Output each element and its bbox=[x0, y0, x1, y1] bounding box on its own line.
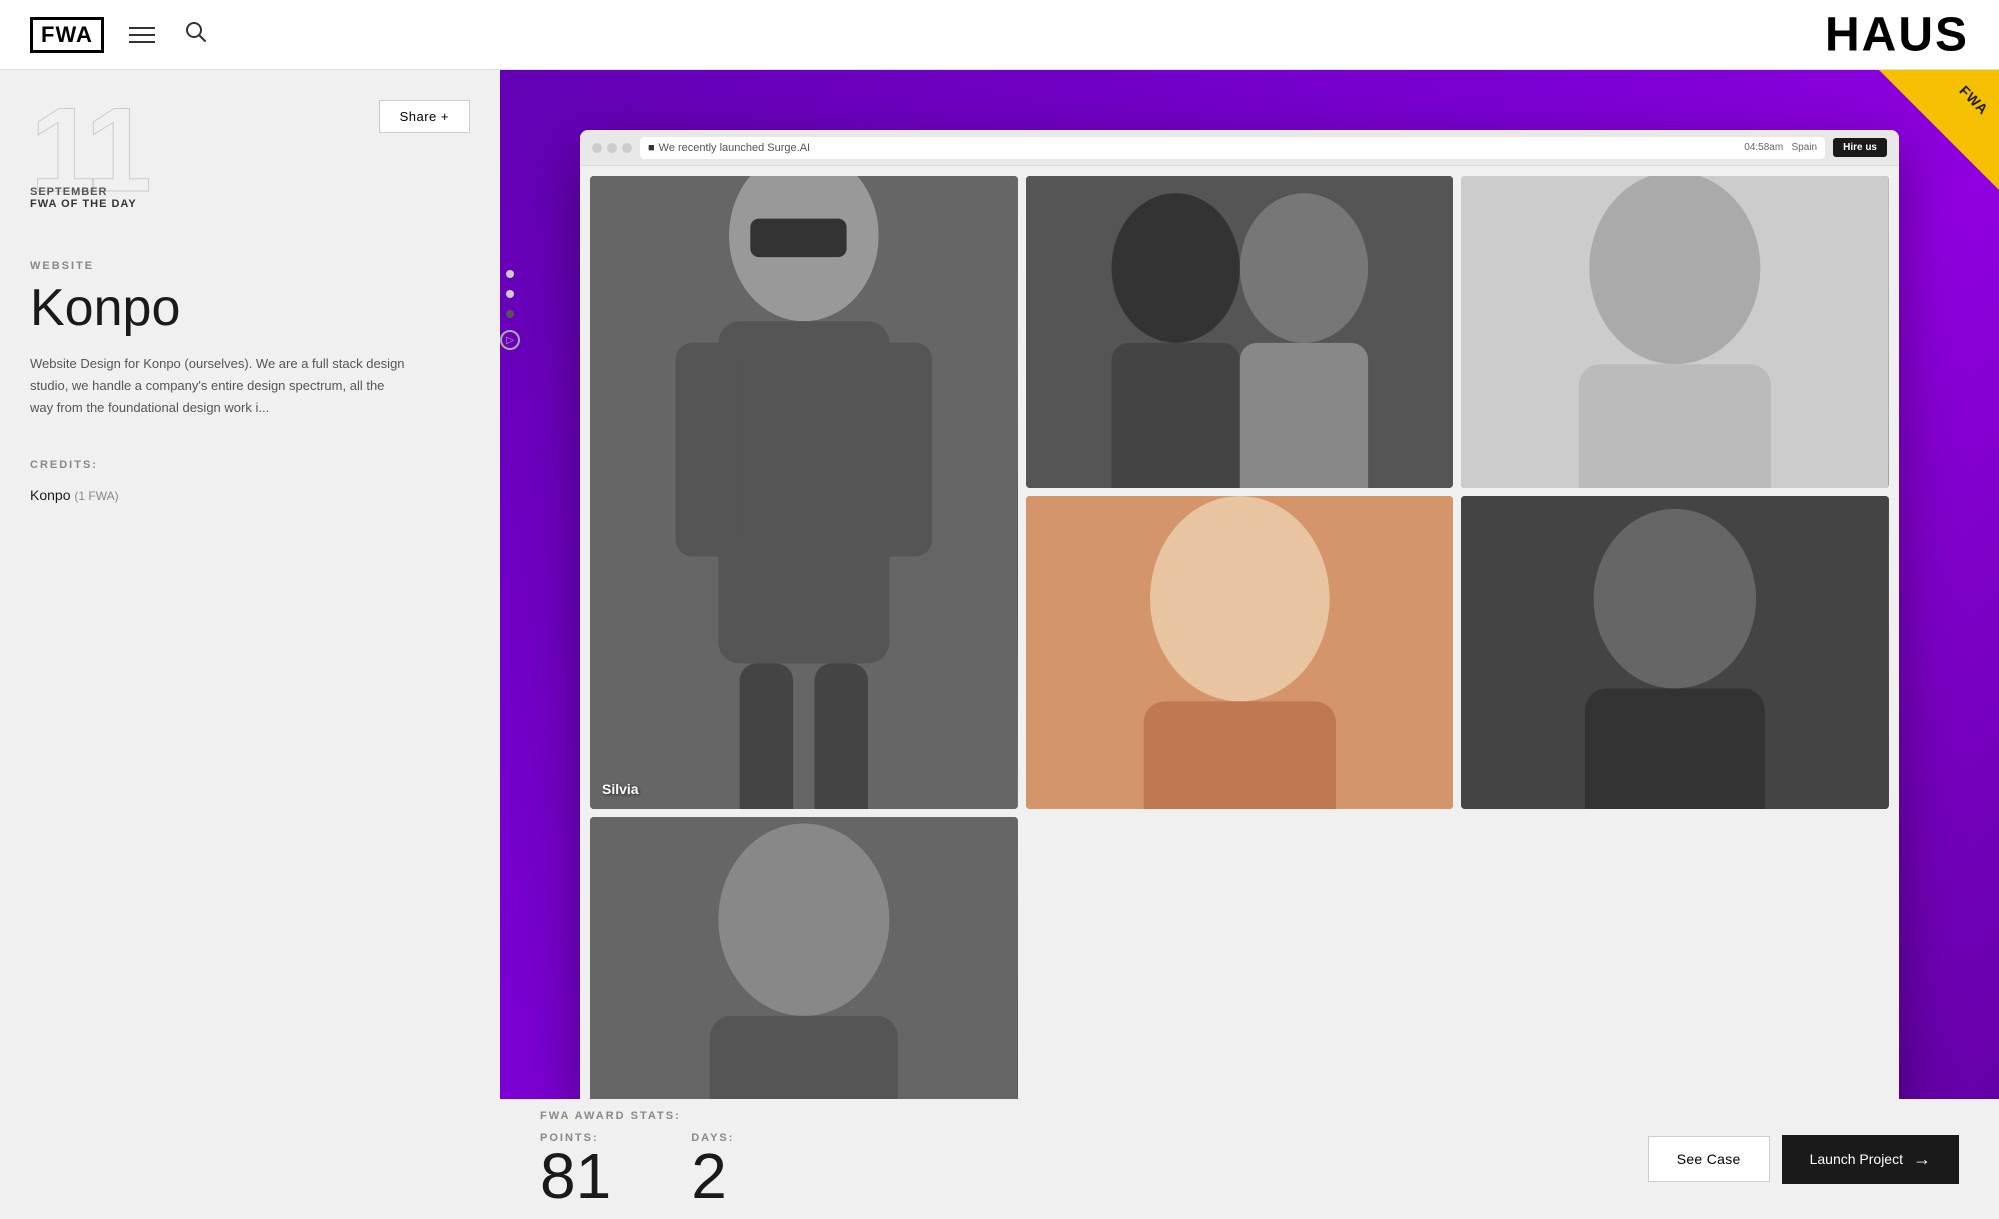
browser-chrome: ■ We recently launched Surge.AI 04:58am … bbox=[580, 130, 1899, 166]
credit-fwa-count: (1 FWA) bbox=[74, 489, 118, 503]
website-name: Konpo bbox=[30, 280, 470, 337]
stats-row: POINTS: 81 DAYS: 2 bbox=[540, 1132, 1568, 1208]
photo-color-woman-placeholder bbox=[1026, 496, 1454, 808]
photo-bw-man bbox=[1461, 176, 1889, 488]
launch-project-button[interactable]: Launch Project → bbox=[1782, 1135, 1959, 1184]
browser-url-text: We recently launched Surge.AI bbox=[659, 142, 810, 154]
arrow-right-icon: → bbox=[1913, 1149, 1931, 1170]
points-value: 81 bbox=[540, 1144, 611, 1208]
fwa-badge: FWA bbox=[1879, 70, 1999, 190]
browser-dot-2 bbox=[607, 143, 617, 153]
photo-couple-placeholder bbox=[1026, 176, 1454, 488]
pagination-dot-1[interactable] bbox=[506, 270, 514, 278]
credit-name: Konpo bbox=[30, 487, 70, 503]
browser-url: ■ We recently launched Surge.AI 04:58am … bbox=[640, 137, 1825, 159]
date-info: SEPTEMBER FWA OF THE DAY bbox=[30, 186, 137, 210]
action-buttons: See Case Launch Project → bbox=[1608, 1115, 1999, 1204]
browser-mockup: ■ We recently launched Surge.AI 04:58am … bbox=[580, 130, 1899, 1139]
pagination-dot-2[interactable] bbox=[506, 290, 514, 298]
header-left: FWA bbox=[30, 16, 212, 53]
stats-bar: FWA AWARD STATS: POINTS: 81 DAYS: 2 See … bbox=[500, 1099, 1999, 1219]
credits-section: CREDITS: Konpo (1 FWA) bbox=[0, 439, 500, 523]
browser-time: 04:58am Spain bbox=[1744, 142, 1817, 153]
photo-bw-couple bbox=[1026, 176, 1454, 488]
photo-silvia-placeholder: Silvia bbox=[590, 176, 1018, 809]
stat-days: DAYS: 2 bbox=[691, 1132, 734, 1208]
date-fwa-label: FWA OF THE DAY bbox=[30, 198, 137, 210]
left-panel: 11 SEPTEMBER FWA OF THE DAY Share + ▷ WE… bbox=[0, 70, 500, 1219]
photo-bw-man3 bbox=[590, 817, 1018, 1129]
website-description: Website Design for Konpo (ourselves). We… bbox=[30, 353, 410, 419]
photo-silvia: Silvia bbox=[590, 176, 1018, 809]
see-case-button[interactable]: See Case bbox=[1648, 1136, 1770, 1182]
launch-project-label: Launch Project bbox=[1810, 1151, 1903, 1167]
fwa-badge-ribbon bbox=[1879, 70, 1999, 190]
stats-title: FWA AWARD STATS: bbox=[540, 1110, 1568, 1122]
date-month: SEPTEMBER bbox=[30, 186, 137, 198]
browser-dot-3 bbox=[622, 143, 632, 153]
fwa-logo[interactable]: FWA bbox=[30, 17, 104, 53]
days-value: 2 bbox=[691, 1144, 727, 1208]
photo-bw-man2 bbox=[1461, 496, 1889, 808]
site-title: HAUS bbox=[1825, 7, 1969, 62]
hero-area: FWA ■ We recently launched Surge.AI 04:5… bbox=[500, 70, 1999, 1219]
photo-man3-placeholder bbox=[590, 817, 1018, 1129]
photo-man2-placeholder bbox=[1461, 496, 1889, 808]
website-section: WEBSITE Konpo Website Design for Konpo (… bbox=[0, 230, 500, 439]
date-block: 11 SEPTEMBER FWA OF THE DAY bbox=[0, 70, 500, 230]
pagination-dots: ▷ bbox=[500, 270, 520, 350]
pagination-next[interactable]: ▷ bbox=[500, 330, 520, 350]
header: FWA HAUS bbox=[0, 0, 1999, 70]
photo-color-woman bbox=[1026, 496, 1454, 808]
stats-section: FWA AWARD STATS: POINTS: 81 DAYS: 2 bbox=[500, 1090, 1608, 1219]
credits-label: CREDITS: bbox=[30, 459, 470, 471]
share-button[interactable]: Share + bbox=[379, 100, 470, 133]
pagination-dot-3[interactable] bbox=[506, 310, 514, 318]
search-button[interactable] bbox=[180, 16, 212, 53]
browser-content: Silvia bbox=[580, 166, 1899, 1139]
photo-man-placeholder bbox=[1461, 176, 1889, 488]
stat-points: POINTS: 81 bbox=[540, 1132, 611, 1208]
hamburger-menu[interactable] bbox=[124, 22, 160, 48]
photo-label-silvia: Silvia bbox=[602, 781, 639, 797]
main-content: 11 SEPTEMBER FWA OF THE DAY Share + ▷ WE… bbox=[0, 70, 1999, 1219]
credit-item: Konpo (1 FWA) bbox=[30, 487, 470, 503]
browser-dot-1 bbox=[592, 143, 602, 153]
website-label: WEBSITE bbox=[30, 260, 470, 272]
browser-dots bbox=[592, 143, 632, 153]
